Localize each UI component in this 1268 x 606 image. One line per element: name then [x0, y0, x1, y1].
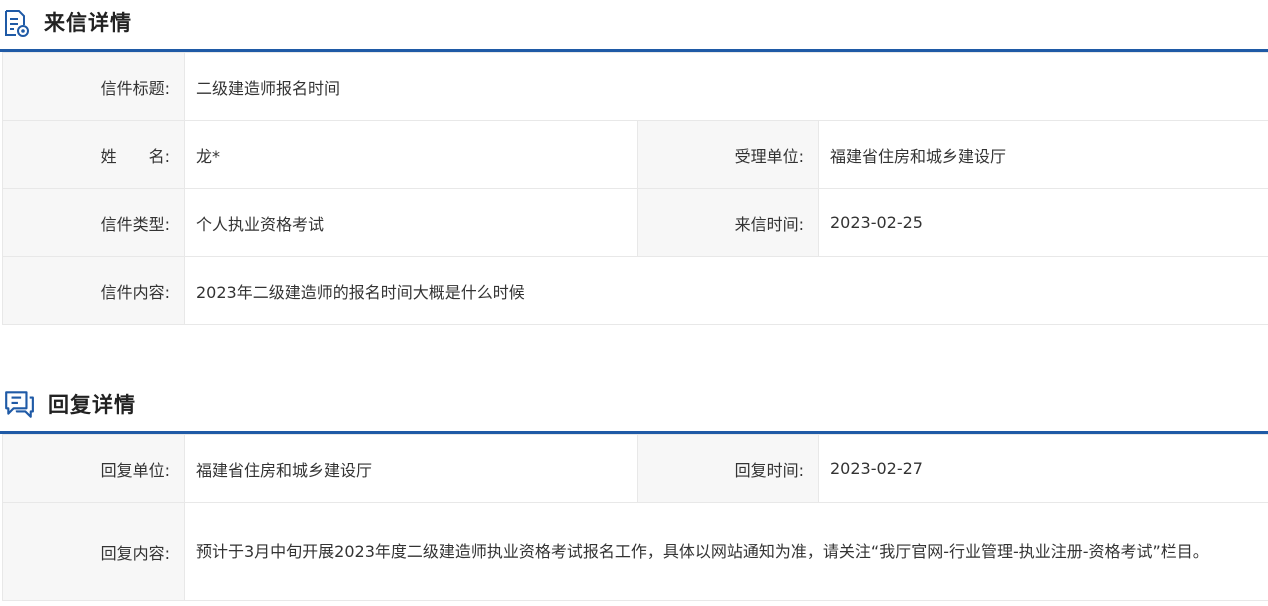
table-row: 回复内容: 预计于3月中旬开展2023年度二级建造师执业资格考试报名工作，具体以…	[2, 502, 1268, 601]
letter-date-value: 2023-02-25	[817, 188, 1268, 257]
table-row: 回复单位: 福建省住房和城乡建设厅 回复时间: 2023-02-27	[2, 434, 1268, 503]
reply-details-title: 回复详情	[48, 393, 136, 417]
receiving-unit-value: 福建省住房和城乡建设厅	[817, 120, 1268, 189]
reply-date-value: 2023-02-27	[818, 434, 1268, 503]
letter-details-header: 来信详情	[0, 0, 1268, 52]
reply-unit-label: 回复单位:	[2, 434, 185, 503]
table-row: 信件标题: 二级建造师报名时间	[2, 52, 1268, 121]
name-label: 姓 名:	[2, 120, 185, 189]
table-row: 信件类型: 个人执业资格考试 来信时间: 2023-02-25	[2, 188, 1268, 257]
name-value: 龙*	[184, 120, 638, 189]
letter-type-label: 信件类型:	[2, 188, 185, 257]
letter-content-value: 2023年二级建造师的报名时间大概是什么时候	[183, 256, 1268, 325]
table-row: 信件内容: 2023年二级建造师的报名时间大概是什么时候	[2, 256, 1268, 325]
letter-details-title: 来信详情	[44, 11, 132, 35]
reply-content-label: 回复内容:	[2, 502, 185, 601]
subject-label: 信件标题:	[2, 52, 185, 121]
letter-details-table: 信件标题: 二级建造师报名时间 姓 名: 龙* 受理单位: 福建省住房和城乡建设…	[2, 52, 1268, 325]
receiving-unit-label: 受理单位:	[637, 120, 819, 189]
chat-bubbles-icon	[5, 391, 34, 418]
letter-details-section: 来信详情 信件标题: 二级建造师报名时间 姓 名: 龙* 受理单位: 福建省住房…	[0, 0, 1268, 325]
document-eye-icon	[5, 10, 29, 37]
reply-details-header: 回复详情	[0, 382, 1268, 434]
letter-content-label: 信件内容:	[2, 256, 185, 325]
reply-details-table: 回复单位: 福建省住房和城乡建设厅 回复时间: 2023-02-27 回复内容:…	[2, 434, 1268, 601]
letter-type-value: 个人执业资格考试	[184, 188, 638, 257]
letter-date-label: 来信时间:	[637, 188, 819, 257]
reply-unit-value: 福建省住房和城乡建设厅	[184, 434, 638, 503]
reply-date-label: 回复时间:	[637, 434, 819, 503]
table-row: 姓 名: 龙* 受理单位: 福建省住房和城乡建设厅	[2, 120, 1268, 189]
reply-details-section: 回复详情 回复单位: 福建省住房和城乡建设厅 回复时间: 2023-02-27 …	[0, 382, 1268, 601]
reply-content-value: 预计于3月中旬开展2023年度二级建造师执业资格考试报名工作，具体以网站通知为准…	[184, 502, 1268, 601]
subject-value: 二级建造师报名时间	[183, 52, 1268, 121]
